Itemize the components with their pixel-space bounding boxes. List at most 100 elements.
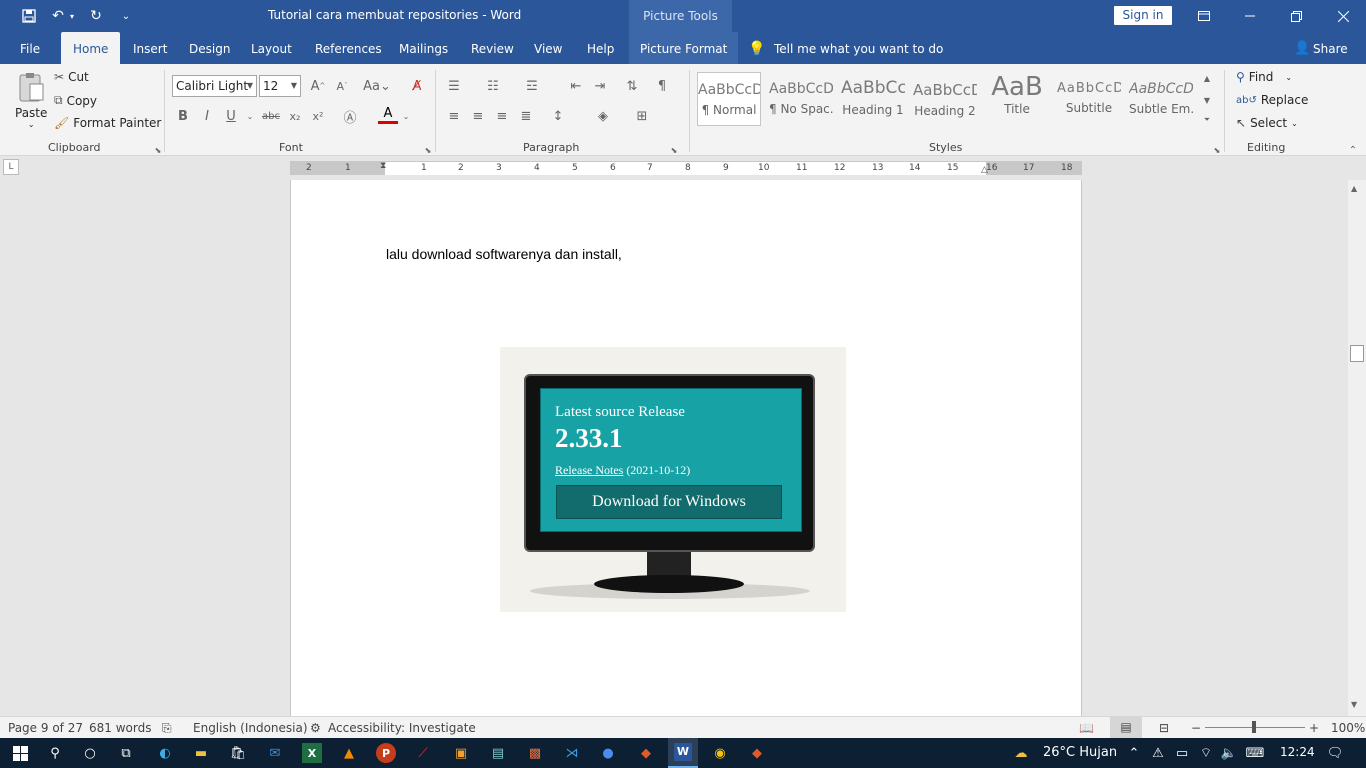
- vscode-icon[interactable]: ⋊: [562, 743, 582, 763]
- tab-view[interactable]: View: [534, 32, 562, 64]
- customize-toolbar-icon[interactable]: ⌄: [116, 6, 136, 26]
- proofing-icon[interactable]: ⎘: [162, 721, 172, 736]
- font-size-combo[interactable]: 12 ▼: [259, 75, 301, 97]
- document-paragraph[interactable]: lalu download softwarenya dan install,: [386, 246, 622, 262]
- change-case-icon[interactable]: Aa⌄: [362, 76, 392, 96]
- paste-button[interactable]: Paste ⌄: [15, 72, 47, 129]
- page-count[interactable]: Page 9 of 27: [8, 721, 83, 735]
- shrink-font-icon[interactable]: Aˇ: [332, 76, 352, 96]
- scroll-up-arrow-icon[interactable]: ▲: [1351, 184, 1357, 193]
- undo-dropdown-icon[interactable]: ▾: [66, 6, 78, 26]
- style-title[interactable]: AaB Title: [985, 72, 1049, 126]
- style-normal[interactable]: AaBbCcD ¶ Normal: [697, 72, 761, 126]
- chrome-icon[interactable]: ◉: [710, 743, 730, 763]
- git-gui-icon[interactable]: ◆: [747, 743, 767, 763]
- app-icon[interactable]: ▩: [525, 743, 545, 763]
- wifi-icon[interactable]: ⌔: [1196, 743, 1216, 763]
- edge-icon[interactable]: ◐: [155, 743, 175, 763]
- tab-insert[interactable]: Insert: [133, 32, 167, 64]
- superscript-icon[interactable]: x²: [308, 106, 328, 126]
- more-styles-icon[interactable]: ⏷: [1197, 112, 1217, 128]
- scroll-down-arrow-icon[interactable]: ▼: [1351, 700, 1357, 709]
- media-player-icon[interactable]: ▣: [451, 743, 471, 763]
- tab-design[interactable]: Design: [189, 32, 230, 64]
- format-painter-button[interactable]: 🖌 Format Painter: [54, 116, 161, 130]
- mail-icon[interactable]: ✉: [265, 743, 285, 763]
- italic-icon[interactable]: I: [197, 106, 217, 126]
- clock[interactable]: 12:24: [1280, 745, 1315, 759]
- tab-selector-icon[interactable]: L: [3, 159, 19, 175]
- inserted-picture[interactable]: Latest source Release 2.33.1 Release Not…: [500, 347, 846, 612]
- read-mode-icon[interactable]: 📖: [1079, 721, 1094, 735]
- line-spacing-icon[interactable]: ↕: [548, 106, 568, 126]
- vlc-icon[interactable]: ▲: [339, 743, 359, 763]
- close-button[interactable]: [1320, 0, 1366, 32]
- minimize-button[interactable]: [1227, 0, 1273, 32]
- windows-start-icon[interactable]: [10, 743, 30, 763]
- network-alert-icon[interactable]: ⚠: [1148, 743, 1168, 763]
- borders-icon[interactable]: ⊞: [632, 106, 652, 126]
- indent-marker-icon[interactable]: ⧗: [380, 161, 386, 171]
- decrease-indent-icon[interactable]: ⇤: [566, 76, 586, 96]
- zoom-level[interactable]: 100%: [1331, 721, 1365, 735]
- justify-icon[interactable]: ≣: [516, 106, 536, 126]
- chevron-down-icon[interactable]: ⌄: [396, 106, 416, 126]
- align-center-icon[interactable]: ≡: [468, 106, 488, 126]
- chevron-up-icon[interactable]: ⌃: [1124, 743, 1144, 763]
- tab-references[interactable]: References: [315, 32, 382, 64]
- accessibility-status[interactable]: Accessibility: Investigate: [328, 721, 476, 735]
- chevron-down-icon[interactable]: ⌄: [240, 106, 260, 126]
- tab-file[interactable]: File: [20, 32, 40, 64]
- search-icon[interactable]: ⚲: [45, 743, 65, 763]
- select-button[interactable]: ↖ Select ⌄: [1236, 116, 1298, 130]
- show-formatting-marks-icon[interactable]: ¶: [652, 76, 672, 96]
- share-button[interactable]: Share: [1313, 32, 1348, 64]
- sort-icon[interactable]: ⇅: [622, 76, 642, 96]
- redo-icon[interactable]: ↻: [86, 6, 106, 26]
- keyboard-icon[interactable]: ⌨: [1245, 743, 1265, 763]
- multilevel-list-icon[interactable]: ☲: [522, 76, 542, 96]
- tab-layout[interactable]: Layout: [251, 32, 292, 64]
- grow-font-icon[interactable]: A ^: [308, 76, 328, 96]
- ribbon-display-options-icon[interactable]: [1181, 0, 1227, 32]
- font-color-icon[interactable]: A: [378, 106, 398, 124]
- save-icon[interactable]: [19, 6, 39, 26]
- word-count[interactable]: 681 words: [89, 721, 151, 735]
- numbering-icon[interactable]: ☷: [483, 76, 503, 96]
- underline-icon[interactable]: U: [221, 106, 241, 126]
- scroll-down-icon[interactable]: ▼: [1197, 92, 1217, 108]
- font-name-combo[interactable]: Calibri Light ▼: [172, 75, 257, 97]
- shading-icon[interactable]: ◈: [593, 106, 613, 126]
- increase-indent-icon[interactable]: ⇥: [590, 76, 610, 96]
- language-indicator[interactable]: English (Indonesia): [193, 721, 308, 735]
- task-view-icon[interactable]: ⧉: [116, 743, 136, 763]
- excel-icon[interactable]: X: [302, 743, 322, 763]
- tab-home[interactable]: Home: [61, 32, 121, 64]
- tab-review[interactable]: Review: [471, 32, 514, 64]
- dialog-launcher-icon[interactable]: ⬊: [664, 140, 684, 160]
- sign-in-button[interactable]: Sign in: [1114, 6, 1172, 25]
- print-layout-icon[interactable]: ▤: [1110, 717, 1142, 738]
- cortana-icon[interactable]: ○: [80, 743, 100, 763]
- zoom-app-icon[interactable]: ●: [598, 743, 618, 763]
- find-button[interactable]: ⚲ Find ⌄: [1236, 70, 1292, 84]
- cut-button[interactable]: ✂ Cut: [54, 70, 89, 84]
- copy-button[interactable]: ⧉ Copy: [54, 93, 97, 108]
- notification-icon[interactable]: 🗨: [1325, 743, 1345, 763]
- tell-me-search[interactable]: Tell me what you want to do: [774, 32, 943, 64]
- strikethrough-icon[interactable]: abc: [261, 106, 281, 126]
- restore-button[interactable]: [1273, 0, 1319, 32]
- scrollbar-thumb[interactable]: [1350, 345, 1364, 362]
- undo-icon[interactable]: ↶: [48, 6, 68, 26]
- web-layout-icon[interactable]: ⊟: [1159, 721, 1169, 735]
- subscript-icon[interactable]: x₂: [285, 106, 305, 126]
- store-icon[interactable]: 🛍: [228, 743, 248, 763]
- word-taskbar-icon[interactable]: W: [668, 738, 698, 768]
- zoom-slider-thumb[interactable]: [1252, 721, 1256, 733]
- style-subtitle[interactable]: AaBbCcD Subtitle: [1057, 72, 1121, 126]
- volume-icon[interactable]: 🔈: [1219, 743, 1239, 763]
- replace-button[interactable]: ab↺ Replace: [1236, 93, 1308, 107]
- weather-icon[interactable]: ☁: [1011, 743, 1031, 763]
- scroll-up-icon[interactable]: ▲: [1197, 70, 1217, 86]
- battery-icon[interactable]: ▭: [1172, 743, 1192, 763]
